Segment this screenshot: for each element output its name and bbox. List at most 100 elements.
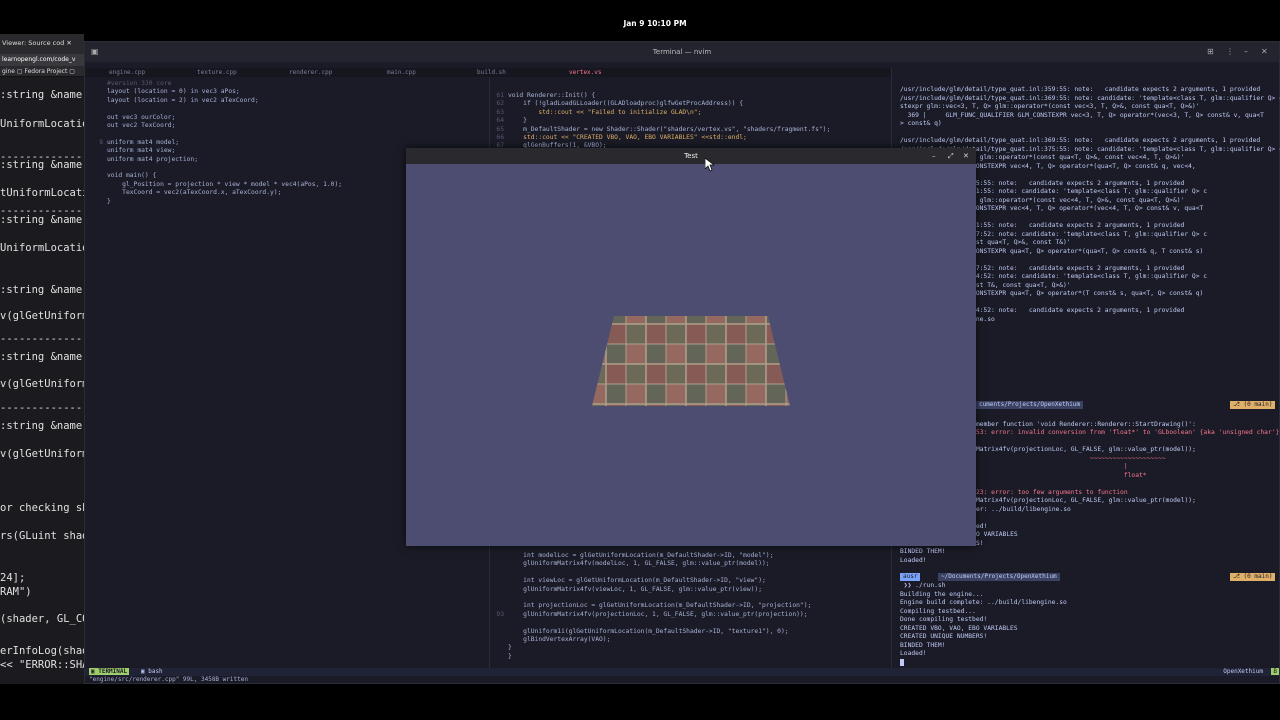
output-line: BINDED THEM! (900, 548, 946, 555)
code-line: m_DefaultShader = new Shader::Shader("sh… (508, 125, 831, 133)
status-mode[interactable]: ▣ TERMINAL (89, 668, 130, 675)
status-bash[interactable]: ▣ bash (141, 668, 163, 675)
output-line: ed! (976, 522, 988, 530)
git-branch-badge: ⎇ (0 main) (1230, 573, 1276, 581)
code-line: 24]; (0, 572, 26, 584)
top-bar: Jan 9 10:10 PM (0, 0, 1280, 34)
minimize-icon[interactable]: – (932, 148, 936, 164)
floor-shade (592, 316, 790, 406)
output-line: Loaded! (900, 556, 927, 564)
code-line: glUniformMatrix4fv(viewLoc, 1, GL_FALSE,… (508, 585, 763, 593)
minimize-icon[interactable]: – (1244, 42, 1248, 62)
line-number: 61 (496, 92, 504, 99)
code-line: :string &name (0, 420, 83, 432)
shell-prompt-path: ~/Documents/Projects/OpenXethium (938, 573, 1060, 581)
code-line: or checking sh (0, 502, 84, 514)
test-window-title: Test (406, 148, 976, 164)
code-line: UniformLocatio (0, 242, 84, 254)
clock[interactable]: Jan 9 10:10 PM (0, 19, 1280, 28)
buffer-tab[interactable]: main.cpp (387, 69, 416, 76)
output-line: Compiling testbed... (900, 607, 976, 615)
code-line: uniform mat4 view; (107, 147, 176, 155)
bookmarks-bar[interactable]: gine ▢ Fedora Project ▢ (0, 66, 84, 77)
code-line: uniform mat4 model; (107, 138, 180, 146)
buffer-tab[interactable]: engine.cpp (109, 69, 145, 76)
terminal-title: Terminal — nvim (85, 42, 1279, 62)
close-icon[interactable]: ✕ (1261, 42, 1268, 62)
code-line: #version 330 core (107, 80, 172, 87)
code-line: int viewLoc = glGetUniformLocation(m_Def… (508, 577, 766, 585)
output-line: CREATED UNIQUE NUMBERS! (900, 633, 988, 640)
line-number: 62 (496, 100, 504, 108)
buffer-tabline: engine.cpp texture.cpp renderer.cpp main.cp… (85, 68, 891, 77)
render-viewport[interactable] (406, 164, 976, 546)
code-line: gl_Position = projection * view * model … (107, 180, 343, 188)
output-line: /usr/include/glm/detail/type_quat.inl:36… (900, 137, 1261, 144)
close-icon[interactable]: ✕ (66, 39, 71, 47)
browser-tab[interactable]: Viewer: Source cod ✕ (0, 34, 84, 54)
line-number: 64 (496, 117, 504, 125)
status-project: OpenXethium (1223, 668, 1263, 675)
output-line: 369 | GLM_FUNC_QUALIFIER GLM_CONSTEXPR v… (900, 111, 1264, 119)
message-line: "engine/src/renderer.cpp" 99L, 3458B wri… (89, 676, 248, 683)
code-line: --------------- (0, 402, 84, 414)
test-window[interactable]: Test – ⤢ ✕ (406, 148, 976, 546)
code-line: } (508, 117, 527, 125)
grid-icon[interactable]: ⊞ (1207, 42, 1214, 62)
output-line: Building the engine... (900, 590, 984, 598)
code-line: } (107, 197, 111, 205)
output-line: CREATED VBO, VAO, EBO VARIABLES (900, 624, 1018, 632)
code-line: rs(GLuint shad (0, 530, 84, 542)
browser-tab-title: Viewer: Source cod (2, 39, 65, 47)
code-line: v(glGetUniform (0, 310, 84, 322)
code-line: glUniformMatrix4fv(projectionLoc, 1, GL_… (508, 610, 808, 618)
code-line: out vec3 ourColor; (107, 113, 176, 121)
maximize-icon[interactable]: ⤢ (948, 148, 954, 164)
code-line: glBindVertexArray(VAO); (508, 636, 611, 643)
line-number: 63 (496, 108, 504, 116)
code-line: layout (location = 2) in vec2 aTexCoord; (107, 96, 259, 104)
code-line: v(glGetUniform (0, 378, 84, 390)
code-line: :string &name (0, 284, 83, 296)
buffer-tab[interactable]: renderer.cpp (289, 69, 332, 76)
output-line: S! (976, 539, 984, 547)
buffer-tab[interactable]: texture.cpp (197, 69, 237, 76)
output-line: | (976, 463, 1128, 470)
output-line: Matrix4fv(projectionLoc, GL_FALSE, glm::… (976, 497, 1196, 504)
code-line: :string &name (0, 214, 83, 226)
output-line: member function 'void Renderer::Renderer… (976, 420, 1196, 428)
browser-window[interactable]: Viewer: Source cod ✕ learnopengl.com/cod… (0, 34, 84, 684)
code-line: std::cout << "CREATED VBO, VAO, EBO VARI… (508, 134, 747, 141)
shell-prompt-user: ausr (900, 573, 921, 581)
code-line: TexCoord = vec2(aTexCoord.x, aTexCoord.y… (107, 189, 282, 197)
code-line: :string &name (0, 351, 83, 363)
output-line: ❯❯ ./run.sh (900, 582, 946, 589)
git-branch-badge: ⎇ (0 main) (1230, 401, 1276, 409)
code-line: if (!gladLoadGLLoader((GLADloadproc)glfw… (508, 100, 744, 108)
menu-icon[interactable]: ⋮ (1226, 42, 1234, 62)
line-number: 65 (496, 125, 504, 133)
terminal-cursor (900, 659, 904, 666)
buffer-tab[interactable]: build.sh (477, 69, 506, 76)
code-line: } (508, 652, 512, 660)
buffer-tab[interactable]: vertex.vs (569, 69, 602, 76)
output-line: ~~~~~~~~~~~~~~~~~~~~ (976, 454, 1166, 462)
output-line: > const& q) (900, 120, 942, 127)
output-line: er: ../build/libengine.so (976, 505, 1071, 513)
shell-prompt-path: cuments/Projects/OpenXethium (976, 401, 1084, 409)
line-number: 93 (496, 610, 504, 618)
output-line: 53: error: invalid conversion from 'floa… (976, 429, 1280, 436)
output-line: stexpr glm::vec<3, T, Q> glm::operator*(… (900, 103, 1200, 110)
code-line: int projectionLoc = glGetUniformLocation… (508, 602, 812, 610)
code-line: uniform mat4 projection; (107, 155, 198, 163)
output-line: /usr/include/glm/detail/type_quat.inl:35… (900, 86, 1261, 93)
output-line: float* (976, 471, 1147, 479)
new-tab-icon[interactable]: ▣ (91, 42, 99, 62)
browser-url-bar[interactable]: learnopengl.com/code_v (0, 54, 84, 66)
code-line: glUniformMatrix4fv(modelLoc, 1, GL_FALSE… (508, 560, 770, 568)
mouse-cursor-icon (705, 158, 715, 172)
output-line: /usr/include/glm/detail/type_quat.inl:36… (900, 94, 1280, 102)
code-line: out vec2 TexCoord; (107, 122, 176, 129)
close-icon[interactable]: ✕ (963, 148, 969, 164)
status-line: ▣ TERMINAL ▣ bash OpenXethium B (85, 668, 1279, 676)
